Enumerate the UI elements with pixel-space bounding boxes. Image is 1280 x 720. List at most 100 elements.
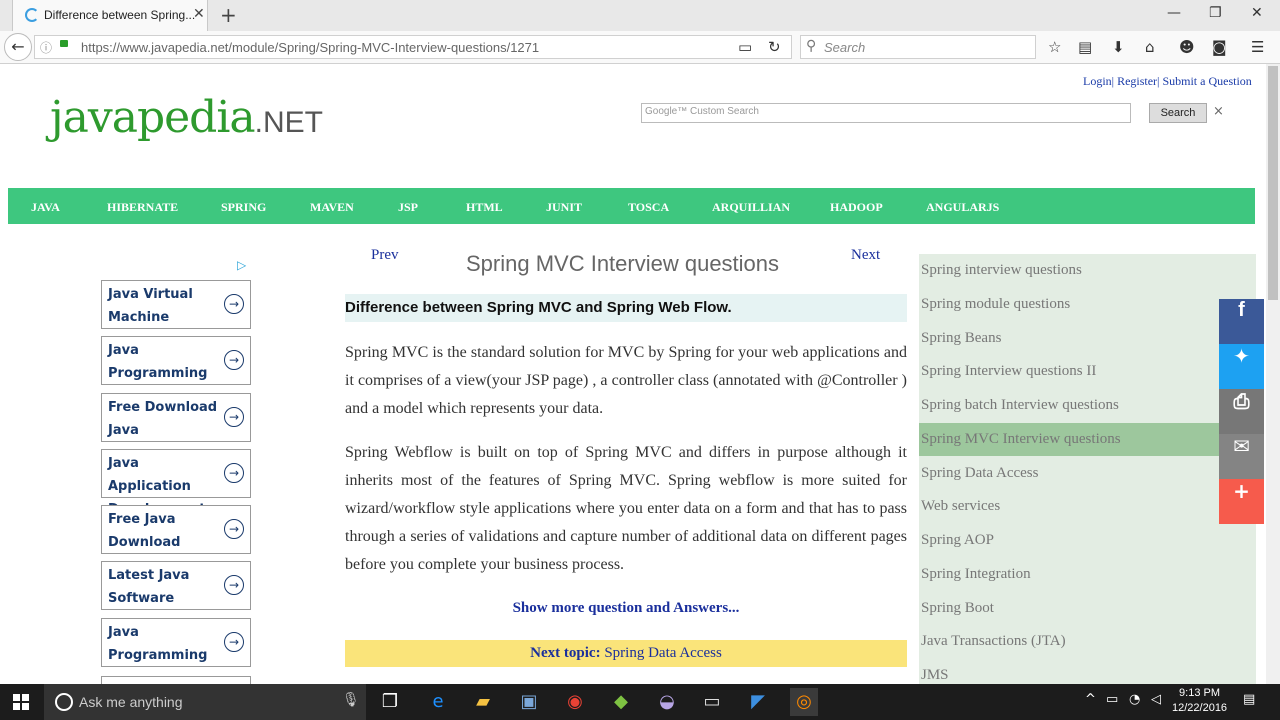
search-button[interactable]: Search — [1149, 103, 1207, 123]
chat-icon[interactable]: ☻ — [1179, 38, 1195, 56]
menu-item-jsp[interactable]: JSP — [398, 200, 418, 215]
twitter-icon[interactable]: ✦ — [1219, 344, 1264, 389]
sidebar-item-active[interactable]: Spring MVC Interview questions — [919, 423, 1256, 456]
visual-studio-icon[interactable]: ◤ — [744, 688, 772, 716]
bookmark-star-icon[interactable]: ☆ — [1048, 38, 1061, 56]
ad-link[interactable]: Free Download Java → — [101, 393, 251, 442]
menu-item-java[interactable]: JAVA — [31, 200, 60, 215]
site-logo[interactable]: javapedia.NET — [50, 92, 323, 143]
sidebar-item[interactable]: Java Transactions (JTA) — [919, 625, 1256, 658]
arrow-right-icon: → — [224, 407, 244, 427]
arrow-right-icon: → — [224, 632, 244, 652]
logo-suffix: .NET — [254, 106, 323, 139]
battery-icon[interactable]: ▭ — [1106, 692, 1118, 707]
clock[interactable]: 9:13 PM 12/22/2016 — [1172, 686, 1227, 716]
windows-start-icon[interactable] — [13, 694, 29, 710]
sidebar-item[interactable]: Spring Interview questions II — [919, 355, 1256, 388]
next-topic-bar[interactable]: Next topic: Spring Data Access — [345, 640, 907, 667]
sidebar-item[interactable]: Web services — [919, 490, 1256, 523]
app-icon[interactable]: ◆ — [607, 688, 635, 716]
ad-link[interactable]: Free Java Download → — [101, 505, 251, 554]
firefox-icon[interactable]: ◎ — [790, 688, 818, 716]
tray-chevron-icon[interactable]: ^ — [1085, 692, 1096, 707]
ad-label: Free Java Download — [108, 512, 181, 550]
pocket-icon[interactable]: ◙ — [1212, 38, 1227, 56]
menu-item-maven[interactable]: MAVEN — [310, 200, 354, 215]
prev-link[interactable]: Prev — [371, 247, 399, 264]
menu-item-hibernate[interactable]: HIBERNATE — [107, 200, 178, 215]
arrow-right-icon: → — [224, 463, 244, 483]
sidebar-item[interactable]: Spring AOP — [919, 524, 1256, 557]
sidebar-item[interactable]: Spring Data Access — [919, 457, 1256, 490]
next-topic-link[interactable]: Spring Data Access — [604, 645, 721, 661]
command-prompt-icon[interactable]: ▭ — [698, 688, 726, 716]
window-close-icon[interactable]: ✕ — [1251, 5, 1263, 21]
browser-search-placeholder: Search — [824, 40, 866, 55]
sidebar-item[interactable]: Spring Beans — [919, 322, 1256, 355]
download-icon[interactable]: ⬇ — [1112, 38, 1125, 56]
adchoices-icon[interactable]: ▷ — [237, 258, 246, 272]
sidebar-item[interactable]: Spring module questions — [919, 288, 1256, 321]
back-icon[interactable]: ← — [4, 33, 32, 61]
network-app-icon[interactable]: ▣ — [515, 688, 543, 716]
microphone-icon[interactable]: 🎙 — [342, 692, 360, 708]
clock-time: 9:13 PM — [1179, 687, 1221, 699]
sidebar-item[interactable]: JMS — [919, 659, 1256, 684]
eclipse-icon[interactable]: ◒ — [653, 688, 681, 716]
ad-link[interactable] — [101, 676, 251, 684]
menu-item-junit[interactable]: JUNIT — [546, 200, 582, 215]
hamburger-menu-icon[interactable]: ☰ — [1251, 38, 1264, 56]
ad-link[interactable]: Java Programming → — [101, 336, 251, 385]
email-icon[interactable]: ✉ — [1219, 434, 1264, 479]
facebook-icon[interactable]: f — [1219, 299, 1264, 344]
custom-search-placeholder: Google™ Custom Search — [645, 106, 759, 117]
ad-label: Latest Java Software — [108, 568, 190, 606]
reader-view-icon[interactable]: ▭ — [738, 38, 752, 56]
home-icon[interactable]: ⌂ — [1145, 38, 1155, 56]
plus-icon[interactable]: + — [1219, 479, 1264, 524]
ad-link[interactable]: Latest Java Software → — [101, 561, 251, 610]
sidebar-item[interactable]: Spring Integration — [919, 558, 1256, 591]
scrollbar-thumb[interactable] — [1268, 66, 1278, 300]
search-icon: ⚲ — [806, 38, 817, 54]
edge-icon[interactable]: e — [424, 688, 452, 716]
show-more-link[interactable]: Show more question and Answers... — [345, 600, 907, 617]
reload-icon[interactable]: ↻ — [768, 38, 781, 56]
chrome-icon[interactable]: ◉ — [561, 688, 589, 716]
wifi-icon[interactable]: ◔ — [1129, 692, 1140, 707]
minimize-icon[interactable]: — — [1167, 5, 1181, 21]
clock-date: 12/22/2016 — [1172, 702, 1228, 714]
volume-icon[interactable]: ◁ — [1151, 692, 1161, 707]
menu-item-arquillian[interactable]: ARQUILLIAN — [712, 200, 790, 215]
print-icon[interactable]: ⎙ — [1219, 389, 1264, 434]
ad-link[interactable]: Java Application Development→ — [101, 449, 251, 517]
answer-paragraph: Spring Webflow is built on top of Spring… — [345, 444, 907, 573]
sidebar-item[interactable]: Spring Boot — [919, 592, 1256, 625]
sidebar-item[interactable]: Spring batch Interview questions — [919, 389, 1256, 422]
ad-label: Free Download Java — [108, 400, 218, 438]
ad-link[interactable]: Java Programming → — [101, 618, 251, 667]
top-links[interactable]: Login| Register| Submit a Question — [1083, 74, 1252, 89]
menu-item-angularjs[interactable]: ANGULARJS — [926, 200, 999, 215]
clear-search-icon[interactable]: × — [1213, 104, 1224, 119]
task-view-icon[interactable]: ❐ — [376, 688, 404, 716]
file-explorer-icon[interactable]: ▰ — [469, 688, 497, 716]
ad-label: Java Programming — [108, 343, 208, 381]
notification-icon[interactable]: ▤ — [1243, 692, 1255, 707]
menu-item-html[interactable]: HTML — [466, 200, 503, 215]
reading-list-icon[interactable]: ▤ — [1078, 38, 1092, 56]
browser-tab[interactable]: Difference between Spring... ✕ — [12, 0, 208, 31]
new-tab-icon[interactable]: + — [220, 3, 237, 27]
arrow-right-icon: → — [224, 519, 244, 539]
next-link[interactable]: Next — [851, 247, 880, 264]
menu-item-spring[interactable]: SPRING — [221, 200, 266, 215]
url-text[interactable]: https://www.javapedia.net/module/Spring/… — [81, 40, 539, 55]
tab-close-icon[interactable]: ✕ — [193, 6, 205, 22]
menu-item-tosca[interactable]: TOSCA — [628, 200, 669, 215]
menu-item-hadoop[interactable]: HADOOP — [830, 200, 883, 215]
sidebar-item[interactable]: Spring interview questions — [919, 254, 1256, 287]
ad-link[interactable]: Java Virtual Machine → — [101, 280, 251, 329]
maximize-icon[interactable]: ❐ — [1209, 5, 1222, 21]
info-icon[interactable]: ⓘ — [40, 39, 52, 56]
lock-icon — [60, 40, 68, 47]
